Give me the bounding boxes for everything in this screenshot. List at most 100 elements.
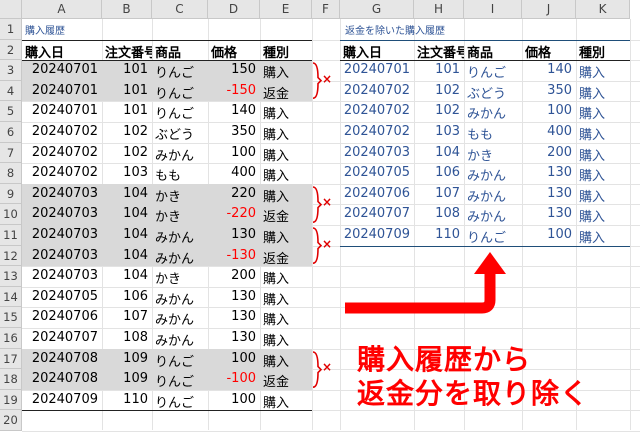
- table-cell[interactable]: 103: [102, 165, 152, 186]
- table-cell[interactable]: もも: [464, 124, 522, 145]
- table-cell[interactable]: 20240703: [22, 206, 102, 227]
- table-cell[interactable]: 20240702: [340, 83, 414, 104]
- table-cell[interactable]: 20240701: [22, 83, 102, 104]
- row-header[interactable]: 5: [0, 101, 22, 122]
- table-cell[interactable]: 102: [414, 83, 464, 104]
- table-cell[interactable]: 130: [522, 165, 576, 186]
- table-cell[interactable]: 104: [102, 268, 152, 289]
- table-cell[interactable]: 104: [102, 206, 152, 227]
- table-cell[interactable]: 購入: [260, 165, 312, 186]
- table-header-cell[interactable]: 価格: [208, 42, 260, 63]
- row-header[interactable]: 4: [0, 80, 22, 102]
- table-cell[interactable]: 購入: [576, 227, 630, 248]
- column-header[interactable]: I: [464, 0, 522, 19]
- column-header[interactable]: B: [102, 0, 152, 19]
- table-cell[interactable]: 100: [522, 227, 576, 248]
- table-cell[interactable]: りんご: [152, 392, 208, 413]
- table-cell[interactable]: 102: [414, 103, 464, 124]
- table-cell[interactable]: 109: [102, 371, 152, 392]
- table-cell[interactable]: 110: [102, 392, 152, 413]
- table-cell[interactable]: 220: [208, 186, 260, 207]
- table-cell[interactable]: 101: [102, 103, 152, 124]
- table-cell[interactable]: りんご: [152, 371, 208, 392]
- table-cell[interactable]: 購入: [576, 103, 630, 124]
- table-cell[interactable]: 購入: [576, 145, 630, 166]
- table-cell[interactable]: りんご: [464, 62, 522, 83]
- table-header-cell[interactable]: 注文番号: [102, 42, 152, 63]
- row-header[interactable]: 11: [0, 225, 22, 246]
- table-cell[interactable]: 購入: [576, 186, 630, 207]
- table-cell[interactable]: みかん: [152, 145, 208, 166]
- column-header[interactable]: F: [312, 0, 340, 19]
- table-cell[interactable]: りんご: [152, 103, 208, 124]
- table-cell[interactable]: 購入: [576, 83, 630, 104]
- row-header[interactable]: 18: [0, 369, 22, 390]
- table-cell[interactable]: みかん: [464, 103, 522, 124]
- table-cell[interactable]: -220: [208, 206, 260, 227]
- column-header[interactable]: K: [576, 0, 630, 19]
- table-cell[interactable]: 20240703: [22, 248, 102, 269]
- table-cell[interactable]: 350: [522, 83, 576, 104]
- table-header-cell[interactable]: 種別: [260, 42, 312, 63]
- table-cell[interactable]: 400: [522, 124, 576, 145]
- table-cell[interactable]: 20240708: [22, 371, 102, 392]
- table-cell[interactable]: 購入: [260, 289, 312, 310]
- table-cell[interactable]: りんご: [152, 83, 208, 104]
- table-cell[interactable]: 200: [208, 268, 260, 289]
- table-cell[interactable]: 101: [414, 62, 464, 83]
- column-header[interactable]: D: [208, 0, 260, 19]
- row-header[interactable]: 17: [0, 348, 22, 370]
- table-cell[interactable]: みかん: [464, 186, 522, 207]
- table-cell[interactable]: 106: [414, 165, 464, 186]
- table-cell[interactable]: 20240701: [22, 103, 102, 124]
- table-cell[interactable]: みかん: [464, 165, 522, 186]
- table-cell[interactable]: みかん: [464, 206, 522, 227]
- table-cell[interactable]: 350: [208, 124, 260, 145]
- table-cell[interactable]: -100: [208, 371, 260, 392]
- table-cell[interactable]: 130: [208, 309, 260, 330]
- table-cell[interactable]: 101: [102, 62, 152, 83]
- table-cell[interactable]: 101: [102, 83, 152, 104]
- table-cell[interactable]: ぶどう: [152, 124, 208, 145]
- row-header[interactable]: 3: [0, 60, 22, 81]
- table-cell[interactable]: 20240706: [22, 309, 102, 330]
- table-cell[interactable]: 20240703: [340, 145, 414, 166]
- column-header[interactable]: E: [260, 0, 312, 19]
- table-cell[interactable]: 130: [208, 330, 260, 351]
- table-cell[interactable]: 購入: [260, 145, 312, 166]
- table-cell[interactable]: 購入: [260, 268, 312, 289]
- table-cell[interactable]: 100: [208, 145, 260, 166]
- table-cell[interactable]: みかん: [152, 248, 208, 269]
- table-cell[interactable]: 20240707: [340, 206, 414, 227]
- row-header[interactable]: 15: [0, 307, 22, 328]
- table-cell[interactable]: 150: [208, 62, 260, 83]
- table-cell[interactable]: 購入: [260, 227, 312, 248]
- table-cell[interactable]: 購入: [260, 103, 312, 124]
- table-cell[interactable]: 20240702: [22, 145, 102, 166]
- row-header[interactable]: 7: [0, 142, 22, 164]
- column-header[interactable]: A: [22, 0, 102, 19]
- row-header[interactable]: 20: [0, 410, 22, 431]
- table-cell[interactable]: りんご: [152, 62, 208, 83]
- table-cell[interactable]: みかん: [152, 289, 208, 310]
- table-cell[interactable]: 104: [102, 227, 152, 248]
- table-cell[interactable]: 106: [102, 289, 152, 310]
- column-header[interactable]: H: [414, 0, 464, 19]
- table-cell[interactable]: 200: [522, 145, 576, 166]
- row-header[interactable]: 19: [0, 389, 22, 411]
- select-all-corner[interactable]: [0, 0, 22, 19]
- table-cell[interactable]: 購入: [260, 330, 312, 351]
- table-cell[interactable]: 20240702: [22, 124, 102, 145]
- table-header-cell[interactable]: 価格: [522, 42, 576, 63]
- table-cell[interactable]: -130: [208, 248, 260, 269]
- table-cell[interactable]: 108: [102, 330, 152, 351]
- row-header[interactable]: 13: [0, 266, 22, 287]
- table-cell[interactable]: 購入: [576, 206, 630, 227]
- table-cell[interactable]: かき: [152, 206, 208, 227]
- table-cell[interactable]: 108: [414, 206, 464, 227]
- row-header[interactable]: 12: [0, 245, 22, 267]
- table-cell[interactable]: 返金: [260, 206, 312, 227]
- table-cell[interactable]: 130: [208, 289, 260, 310]
- table-header-cell[interactable]: 商品: [152, 42, 208, 63]
- column-header[interactable]: G: [340, 0, 414, 19]
